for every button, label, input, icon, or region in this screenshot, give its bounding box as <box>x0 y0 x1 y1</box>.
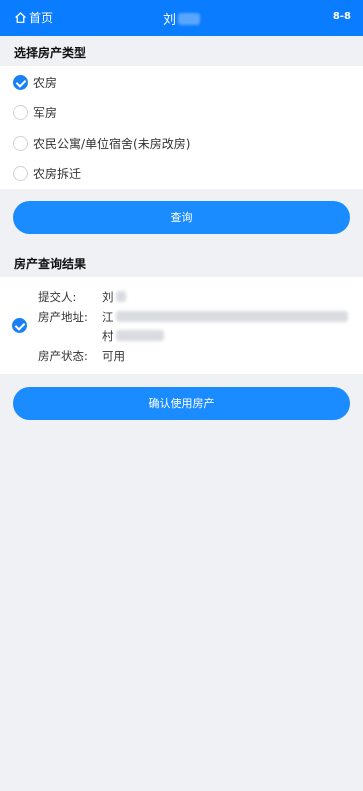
radio-icon[interactable] <box>13 105 28 120</box>
property-type-panel: 农房 军房 农民公寓/单位宿舍(未房改房) 农房拆迁 <box>0 66 363 189</box>
radio-icon[interactable] <box>13 136 28 151</box>
option-apartment-dorm[interactable]: 农民公寓/单位宿舍(未房改房) <box>13 135 190 152</box>
option-rural-house[interactable]: 农房 <box>13 74 57 91</box>
version-label: 8-8 <box>332 11 351 22</box>
radio-checked-icon[interactable] <box>13 75 28 90</box>
property-type-title: 选择房产类型 <box>14 46 87 60</box>
option-military-house[interactable]: 军房 <box>13 104 57 121</box>
status-value: 可用 <box>102 349 125 363</box>
option-relocation[interactable]: 农房拆迁 <box>13 165 81 182</box>
results-title: 房产查询结果 <box>14 257 87 271</box>
top-bar: 首页 刘 8-8 <box>0 0 363 36</box>
query-button[interactable]: 查询 <box>13 201 350 234</box>
result-selected-icon[interactable] <box>12 318 27 333</box>
radio-icon[interactable] <box>13 166 28 181</box>
confirm-use-button[interactable]: 确认使用房产 <box>13 387 350 420</box>
page-title: 刘 <box>0 9 363 28</box>
